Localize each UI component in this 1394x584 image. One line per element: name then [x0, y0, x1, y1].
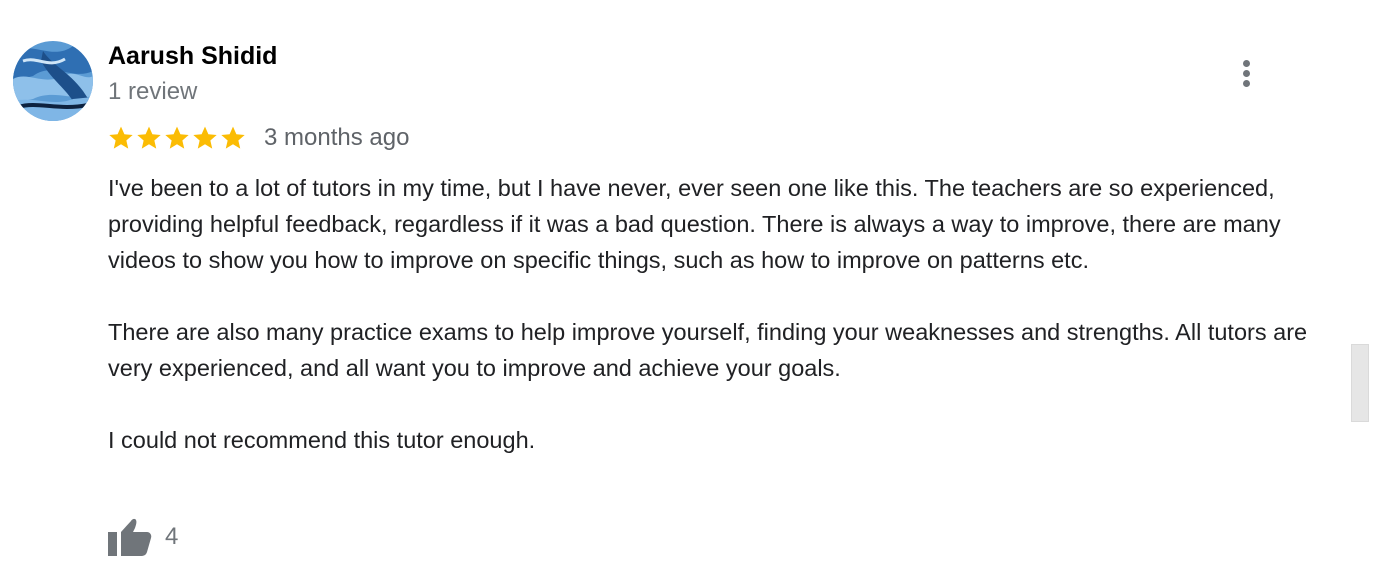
- like-row: 4: [107, 516, 178, 558]
- more-options-button[interactable]: [1230, 56, 1264, 90]
- author-name[interactable]: Aarush Shidid: [108, 41, 277, 71]
- like-button[interactable]: [107, 516, 155, 558]
- star-icon: [109, 126, 133, 149]
- scrollbar-thumb[interactable]: [1351, 344, 1369, 422]
- star-icon: [193, 126, 217, 149]
- review-card: Aarush Shidid 1 review 3 months ago I've…: [0, 0, 1394, 584]
- review-paragraph: I've been to a lot of tutors in my time,…: [108, 175, 1281, 273]
- more-vert-icon-dot: [1243, 70, 1250, 77]
- star-icon: [137, 126, 161, 149]
- star-rating: [107, 124, 247, 152]
- thumbs-up-icon: [108, 518, 152, 556]
- review-paragraph: I could not recommend this tutor enough.: [108, 427, 536, 453]
- avatar[interactable]: [13, 41, 93, 121]
- more-vert-icon-dot: [1243, 60, 1250, 67]
- star-icon: [221, 126, 245, 149]
- rating-row: 3 months ago: [107, 122, 409, 154]
- author-review-count[interactable]: 1 review: [108, 77, 197, 107]
- review-paragraph: There are also many practice exams to he…: [108, 319, 1308, 381]
- review-time: 3 months ago: [264, 124, 410, 151]
- review-text: I've been to a lot of tutors in my time,…: [108, 170, 1338, 458]
- star-icon: [165, 126, 189, 149]
- more-vert-icon-dot: [1243, 80, 1250, 87]
- avatar-photo: [13, 41, 93, 121]
- like-count: 4: [165, 523, 179, 550]
